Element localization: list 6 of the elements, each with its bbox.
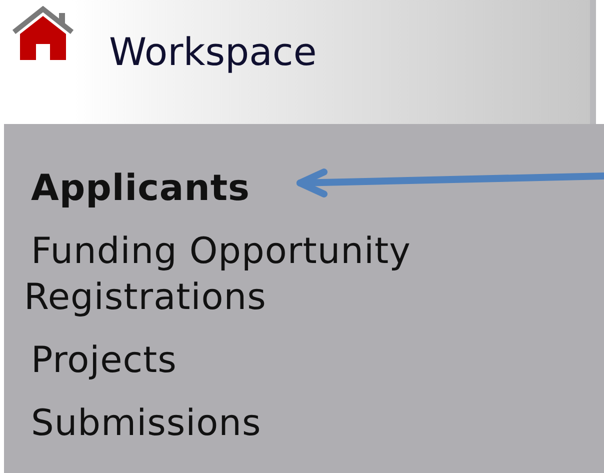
menu-item[interactable]: Submissions	[24, 401, 504, 447]
menu-item[interactable]: Projects	[24, 338, 504, 384]
header-title: Workspace	[109, 30, 317, 74]
menu-item[interactable]: Applicants	[24, 166, 504, 212]
home-icon[interactable]	[10, 6, 76, 62]
menu-item[interactable]: Funding Opportunity Registrations	[24, 229, 504, 321]
